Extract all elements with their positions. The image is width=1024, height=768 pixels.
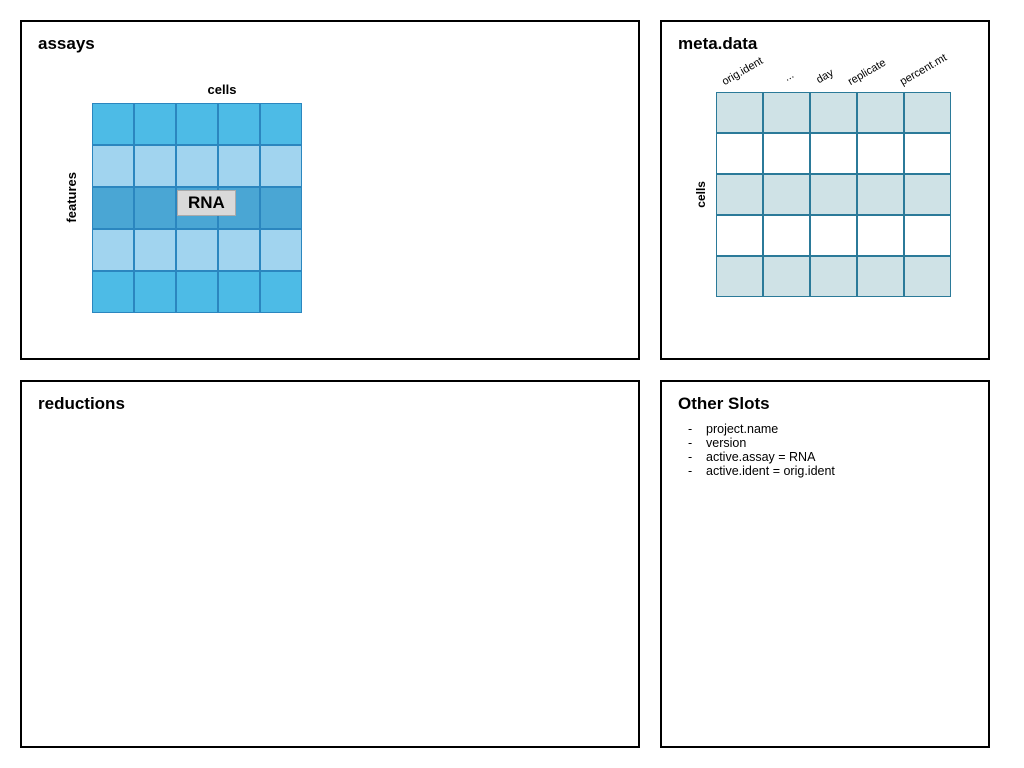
metadata-grid (716, 92, 951, 297)
assay-rna-tag: RNA (177, 190, 236, 216)
metadata-matrix: orig.ident ... day replicate percent.mt … (716, 92, 951, 297)
slot-version: version (688, 436, 972, 450)
other-slots-list: project.name version active.assay = RNA … (688, 422, 972, 478)
other-slots-title: Other Slots (678, 394, 972, 414)
slot-active-assay: active.assay = RNA (688, 450, 972, 464)
col-orig-ident: orig.ident (720, 55, 765, 88)
col-ellipsis: ... (775, 65, 803, 88)
assays-rows-label: features (64, 82, 79, 313)
metadata-rows-label: cells (694, 92, 708, 297)
slot-project-name: project.name (688, 422, 972, 436)
assays-cols-label: cells (92, 82, 352, 97)
metadata-column-labels: orig.ident ... day replicate percent.mt (716, 76, 951, 88)
col-percent-mt: percent.mt (898, 54, 945, 88)
metadata-title: meta.data (678, 34, 972, 54)
col-replicate: replicate (846, 57, 888, 88)
metadata-panel: meta.data orig.ident ... day replicate p… (660, 20, 990, 360)
assays-matrix: cells features RNA (92, 82, 352, 313)
assays-title: assays (38, 34, 622, 54)
slot-active-ident: active.ident = orig.ident (688, 464, 972, 478)
assays-panel: assays cells features RNA (20, 20, 640, 360)
col-day: day (811, 65, 839, 88)
reductions-title: reductions (38, 394, 622, 414)
reductions-panel: reductions (20, 380, 640, 748)
other-slots-panel: Other Slots project.name version active.… (660, 380, 990, 748)
